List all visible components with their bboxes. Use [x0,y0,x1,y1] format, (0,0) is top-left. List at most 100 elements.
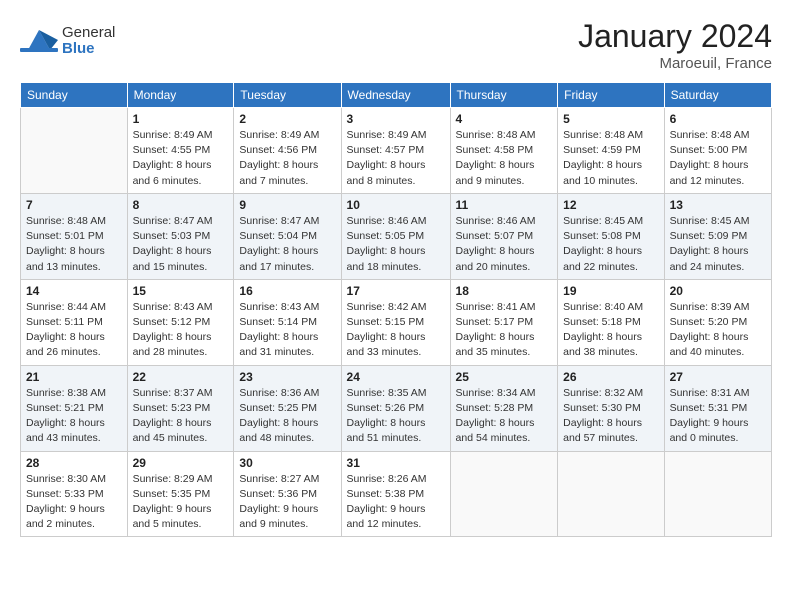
logo-blue-text: Blue [62,41,115,58]
calendar-header-row: Sunday Monday Tuesday Wednesday Thursday… [21,83,772,108]
day-info: Sunrise: 8:34 AM Sunset: 5:28 PM Dayligh… [456,386,553,447]
day-number: 4 [456,112,553,126]
day-info: Sunrise: 8:27 AM Sunset: 5:36 PM Dayligh… [239,472,335,533]
day-number: 2 [239,112,335,126]
day-number: 12 [563,198,658,212]
calendar-table: Sunday Monday Tuesday Wednesday Thursday… [20,82,772,537]
table-row: 10 Sunrise: 8:46 AM Sunset: 5:05 PM Dayli… [341,193,450,279]
table-row: 16Sunrise: 8:43 AM Sunset: 5:14 PM Dayli… [234,279,341,365]
table-row: 17Sunrise: 8:42 AM Sunset: 5:15 PM Dayli… [341,279,450,365]
table-row: 2 Sunrise: 8:49 AM Sunset: 4:56 PM Daylig… [234,108,341,194]
day-info: Sunrise: 8:40 AM Sunset: 5:18 PM Dayligh… [563,300,658,361]
day-number: 19 [563,284,658,298]
table-row: 7Sunrise: 8:48 AM Sunset: 5:01 PM Daylig… [21,193,128,279]
logo-general-text: General [62,25,115,42]
day-info: Sunrise: 8:47 AM Sunset: 5:04 PM Dayligh… [239,214,335,275]
table-row [450,451,558,537]
day-info: Sunrise: 8:37 AM Sunset: 5:23 PM Dayligh… [133,386,229,447]
day-info: Sunrise: 8:38 AM Sunset: 5:21 PM Dayligh… [26,386,122,447]
calendar-week-row: 28Sunrise: 8:30 AM Sunset: 5:33 PM Dayli… [21,451,772,537]
day-info: Sunrise: 8:29 AM Sunset: 5:35 PM Dayligh… [133,472,229,533]
table-row: 14Sunrise: 8:44 AM Sunset: 5:11 PM Dayli… [21,279,128,365]
day-info: Sunrise: 8:32 AM Sunset: 5:30 PM Dayligh… [563,386,658,447]
table-row [21,108,128,194]
page: General Blue January 2024 Maroeuil, Fran… [0,0,792,612]
table-row: 29 Sunrise: 8:29 AM Sunset: 5:35 PM Dayli… [127,451,234,537]
day-number: 28 [26,456,122,470]
day-info: Sunrise: 8:45 AM Sunset: 5:09 PM Dayligh… [670,214,766,275]
day-number: 24 [347,370,445,384]
day-number: 21 [26,370,122,384]
table-row: 5 Sunrise: 8:48 AM Sunset: 4:59 PM Daylig… [558,108,664,194]
title-block: January 2024 Maroeuil, France [578,18,772,72]
table-row: 22 Sunrise: 8:37 AM Sunset: 5:23 PM Dayli… [127,365,234,451]
table-row: 23 Sunrise: 8:36 AM Sunset: 5:25 PM Dayli… [234,365,341,451]
table-row [664,451,771,537]
table-row: 28Sunrise: 8:30 AM Sunset: 5:33 PM Dayli… [21,451,128,537]
day-info: Sunrise: 8:46 AM Sunset: 5:07 PM Dayligh… [456,214,553,275]
logo: General Blue [20,22,115,60]
day-info: Sunrise: 8:48 AM Sunset: 4:59 PM Dayligh… [563,128,658,189]
day-number: 29 [133,456,229,470]
day-info: Sunrise: 8:46 AM Sunset: 5:05 PM Dayligh… [347,214,445,275]
table-row: 20 Sunrise: 8:39 AM Sunset: 5:20 PM Dayli… [664,279,771,365]
table-row: 9 Sunrise: 8:47 AM Sunset: 5:04 PM Daylig… [234,193,341,279]
logo-icon [20,22,58,60]
day-info: Sunrise: 8:26 AM Sunset: 5:38 PM Dayligh… [347,472,445,533]
day-number: 5 [563,112,658,126]
day-number: 31 [347,456,445,470]
day-info: Sunrise: 8:39 AM Sunset: 5:20 PM Dayligh… [670,300,766,361]
day-info: Sunrise: 8:36 AM Sunset: 5:25 PM Dayligh… [239,386,335,447]
day-number: 6 [670,112,766,126]
header: General Blue January 2024 Maroeuil, Fran… [20,18,772,72]
day-number: 10 [347,198,445,212]
table-row: 1Sunrise: 8:49 AM Sunset: 4:55 PM Daylig… [127,108,234,194]
day-info: Sunrise: 8:44 AM Sunset: 5:11 PM Dayligh… [26,300,122,361]
day-number: 17 [347,284,445,298]
col-wednesday: Wednesday [341,83,450,108]
day-number: 9 [239,198,335,212]
day-info: Sunrise: 8:49 AM Sunset: 4:55 PM Dayligh… [133,128,229,189]
calendar-week-row: 21 Sunrise: 8:38 AM Sunset: 5:21 PM Dayli… [21,365,772,451]
col-thursday: Thursday [450,83,558,108]
calendar-week-row: 14Sunrise: 8:44 AM Sunset: 5:11 PM Dayli… [21,279,772,365]
day-number: 26 [563,370,658,384]
table-row: 18 Sunrise: 8:41 AM Sunset: 5:17 PM Dayli… [450,279,558,365]
col-sunday: Sunday [21,83,128,108]
day-info: Sunrise: 8:43 AM Sunset: 5:12 PM Dayligh… [133,300,229,361]
table-row: 19 Sunrise: 8:40 AM Sunset: 5:18 PM Dayli… [558,279,664,365]
table-row: 6 Sunrise: 8:48 AM Sunset: 5:00 PM Daylig… [664,108,771,194]
table-row: 12 Sunrise: 8:45 AM Sunset: 5:08 PM Dayli… [558,193,664,279]
day-number: 23 [239,370,335,384]
day-info: Sunrise: 8:41 AM Sunset: 5:17 PM Dayligh… [456,300,553,361]
day-info: Sunrise: 8:45 AM Sunset: 5:08 PM Dayligh… [563,214,658,275]
table-row: 15 Sunrise: 8:43 AM Sunset: 5:12 PM Dayli… [127,279,234,365]
day-info: Sunrise: 8:48 AM Sunset: 5:00 PM Dayligh… [670,128,766,189]
day-number: 8 [133,198,229,212]
day-number: 30 [239,456,335,470]
day-info: Sunrise: 8:49 AM Sunset: 4:56 PM Dayligh… [239,128,335,189]
col-tuesday: Tuesday [234,83,341,108]
table-row: 26 Sunrise: 8:32 AM Sunset: 5:30 PM Dayli… [558,365,664,451]
table-row: 3 Sunrise: 8:49 AM Sunset: 4:57 PM Daylig… [341,108,450,194]
table-row: 8Sunrise: 8:47 AM Sunset: 5:03 PM Daylig… [127,193,234,279]
day-number: 22 [133,370,229,384]
day-number: 25 [456,370,553,384]
logo-text: General Blue [62,25,115,58]
table-row: 25 Sunrise: 8:34 AM Sunset: 5:28 PM Dayli… [450,365,558,451]
calendar-week-row: 7Sunrise: 8:48 AM Sunset: 5:01 PM Daylig… [21,193,772,279]
table-row: 27Sunrise: 8:31 AM Sunset: 5:31 PM Dayli… [664,365,771,451]
day-number: 15 [133,284,229,298]
day-info: Sunrise: 8:49 AM Sunset: 4:57 PM Dayligh… [347,128,445,189]
col-monday: Monday [127,83,234,108]
day-number: 27 [670,370,766,384]
month-title: January 2024 [578,18,772,55]
day-number: 3 [347,112,445,126]
table-row: 21 Sunrise: 8:38 AM Sunset: 5:21 PM Dayli… [21,365,128,451]
day-number: 18 [456,284,553,298]
location: Maroeuil, France [578,55,772,72]
day-number: 20 [670,284,766,298]
day-info: Sunrise: 8:48 AM Sunset: 4:58 PM Dayligh… [456,128,553,189]
day-number: 11 [456,198,553,212]
table-row [558,451,664,537]
